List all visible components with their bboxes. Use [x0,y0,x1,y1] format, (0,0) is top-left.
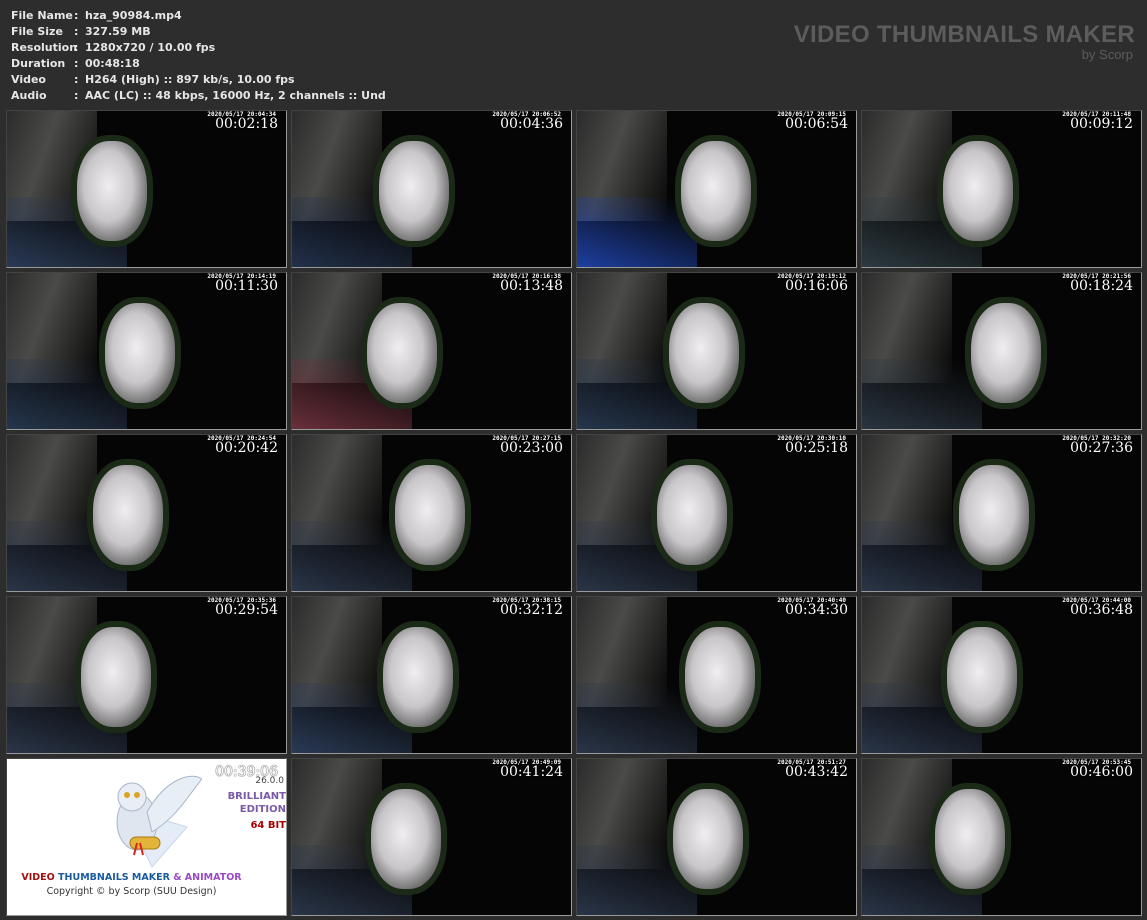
thumbnail-timestamp: 00:02:18 [215,116,278,132]
video-frame [577,435,856,591]
thumbnail-timestamp: 00:29:54 [215,602,278,618]
video-frame [292,435,571,591]
thumbnail-timestamp: 00:23:00 [500,440,563,456]
info-value: hza_90984.mp4 [85,9,182,22]
brand-title: VIDEO THUMBNAILS MAKER [793,21,1135,48]
video-thumbnail: 2020/05/17 20:19:12 00:16:06 [576,272,857,430]
video-frame [862,597,1141,753]
video-thumbnail: 2020/05/17 20:04:34 00:02:18 [6,110,287,268]
video-thumbnail: 2020/05/17 20:24:54 00:20:42 [6,434,287,592]
video-thumbnail: 2020/05/17 20:44:00 00:36:48 [861,596,1142,754]
info-key: File Size [11,25,63,38]
video-thumbnail: 2020/05/17 20:49:09 00:41:24 [291,758,572,916]
copyright-text: Copyright © by Scorp (SUU Design) [46,886,217,897]
video-frame [292,759,571,915]
brand-subtitle: by Scorp [1081,47,1133,62]
info-value: 00:48:18 [85,57,140,70]
product-name: VIDEO THUMBNAILS MAKER & ANIMATOR [21,872,242,883]
video-thumbnail: 2020/05/17 20:21:56 00:18:24 [861,272,1142,430]
info-key: Duration [11,57,66,70]
video-frame [7,273,286,429]
thumbnail-timestamp: 00:39:06 [215,764,278,780]
video-thumbnail: 2020/05/17 20:53:45 00:46:00 [861,758,1142,916]
video-frame [7,435,286,591]
thumbnail-grid: 2020/05/17 20:04:34 00:02:18 2020/05/17 … [6,110,1142,916]
video-thumbnail: 2020/05/17 20:38:15 00:32:12 [291,596,572,754]
info-value: AAC (LC) :: 48 kbps, 16000 Hz, 2 channel… [85,89,386,102]
thumbnail-timestamp: 00:18:24 [1070,278,1133,294]
info-row: Duration:00:48:18 [11,56,386,72]
video-thumbnail: 2020/05/17 20:30:10 00:25:18 [576,434,857,592]
video-frame [7,111,286,267]
video-thumbnail: 2020/05/17 20:35:36 00:29:54 [6,596,287,754]
thumbnail-timestamp: 00:11:30 [215,278,278,294]
info-key: Audio [11,89,47,102]
info-colon: : [74,89,79,102]
thumbnail-timestamp: 00:41:24 [500,764,563,780]
edition-text: EDITION [239,804,286,815]
info-value: H264 (High) :: 897 kb/s, 10.00 fps [85,73,295,86]
logo-thumbnail: 26.0.0 BRILLIANT EDITION 64 BIT VIDEO TH… [6,758,287,916]
bits-text: 64 BIT [250,820,286,831]
video-frame [862,273,1141,429]
brand-logo: VIDEO THUMBNAILS MAKER by Scorp [793,21,1135,62]
info-row: Video: H264 (High) :: 897 kb/s, 10.00 fps [11,72,386,88]
info-key: Resolution [11,41,78,54]
video-frame [577,111,856,267]
thumbnail-timestamp: 00:34:30 [785,602,848,618]
thumbnail-timestamp: 00:32:12 [500,602,563,618]
video-frame [577,759,856,915]
thumbnail-timestamp: 00:46:00 [1070,764,1133,780]
thumbnail-timestamp: 00:09:12 [1070,116,1133,132]
info-colon: : [74,73,79,86]
thumbnail-timestamp: 00:43:42 [785,764,848,780]
thumbnail-timestamp: 00:27:36 [1070,440,1133,456]
video-frame [292,597,571,753]
info-row: File Size:327.59 MB [11,24,386,40]
video-frame [577,273,856,429]
video-thumbnail: 2020/05/17 20:27:15 00:23:00 [291,434,572,592]
info-colon: : [74,25,79,38]
video-frame [7,597,286,753]
info-row: Audio: AAC (LC) :: 48 kbps, 16000 Hz, 2 c… [11,88,386,104]
video-thumbnail: 2020/05/17 20:09:15 00:06:54 [576,110,857,268]
video-thumbnail: 2020/05/17 20:14:19 00:11:30 [6,272,287,430]
info-value: 1280x720 / 10.00 fps [85,41,216,54]
info-colon: : [74,41,79,54]
video-thumbnail: 2020/05/17 20:51:27 00:43:42 [576,758,857,916]
file-info: File Name: hza_90984.mp4 File Size:327.59 … [11,8,386,104]
video-frame [292,273,571,429]
info-colon: : [74,9,79,22]
info-row: File Name: hza_90984.mp4 [11,8,386,24]
info-value: 327.59 MB [85,25,151,38]
video-frame [577,597,856,753]
thumbnail-timestamp: 00:06:54 [785,116,848,132]
thumbnail-timestamp: 00:04:36 [500,116,563,132]
thumbnail-timestamp: 00:25:18 [785,440,848,456]
video-thumbnail: 2020/05/17 20:16:38 00:13:48 [291,272,572,430]
info-key: File Name [11,9,73,22]
thumbnail-timestamp: 00:13:48 [500,278,563,294]
video-thumbnail: 2020/05/17 20:11:48 00:09:12 [861,110,1142,268]
info-colon: : [74,57,79,70]
info-key: Video [11,73,46,86]
video-thumbnail: 2020/05/17 20:40:40 00:34:30 [576,596,857,754]
thumbnail-timestamp: 00:36:48 [1070,602,1133,618]
video-frame [862,435,1141,591]
video-thumbnail: 2020/05/17 20:06:52 00:04:36 [291,110,572,268]
thumbnail-timestamp: 00:16:06 [785,278,848,294]
info-row: Resolution:1280x720 / 10.00 fps [11,40,386,56]
video-frame [862,111,1141,267]
video-thumbnail: 2020/05/17 20:32:20 00:27:36 [861,434,1142,592]
owl-icon [116,775,202,868]
video-frame [862,759,1141,915]
edition-text: BRILLIANT [227,791,286,802]
thumbnail-timestamp: 00:20:42 [215,440,278,456]
video-frame [292,111,571,267]
